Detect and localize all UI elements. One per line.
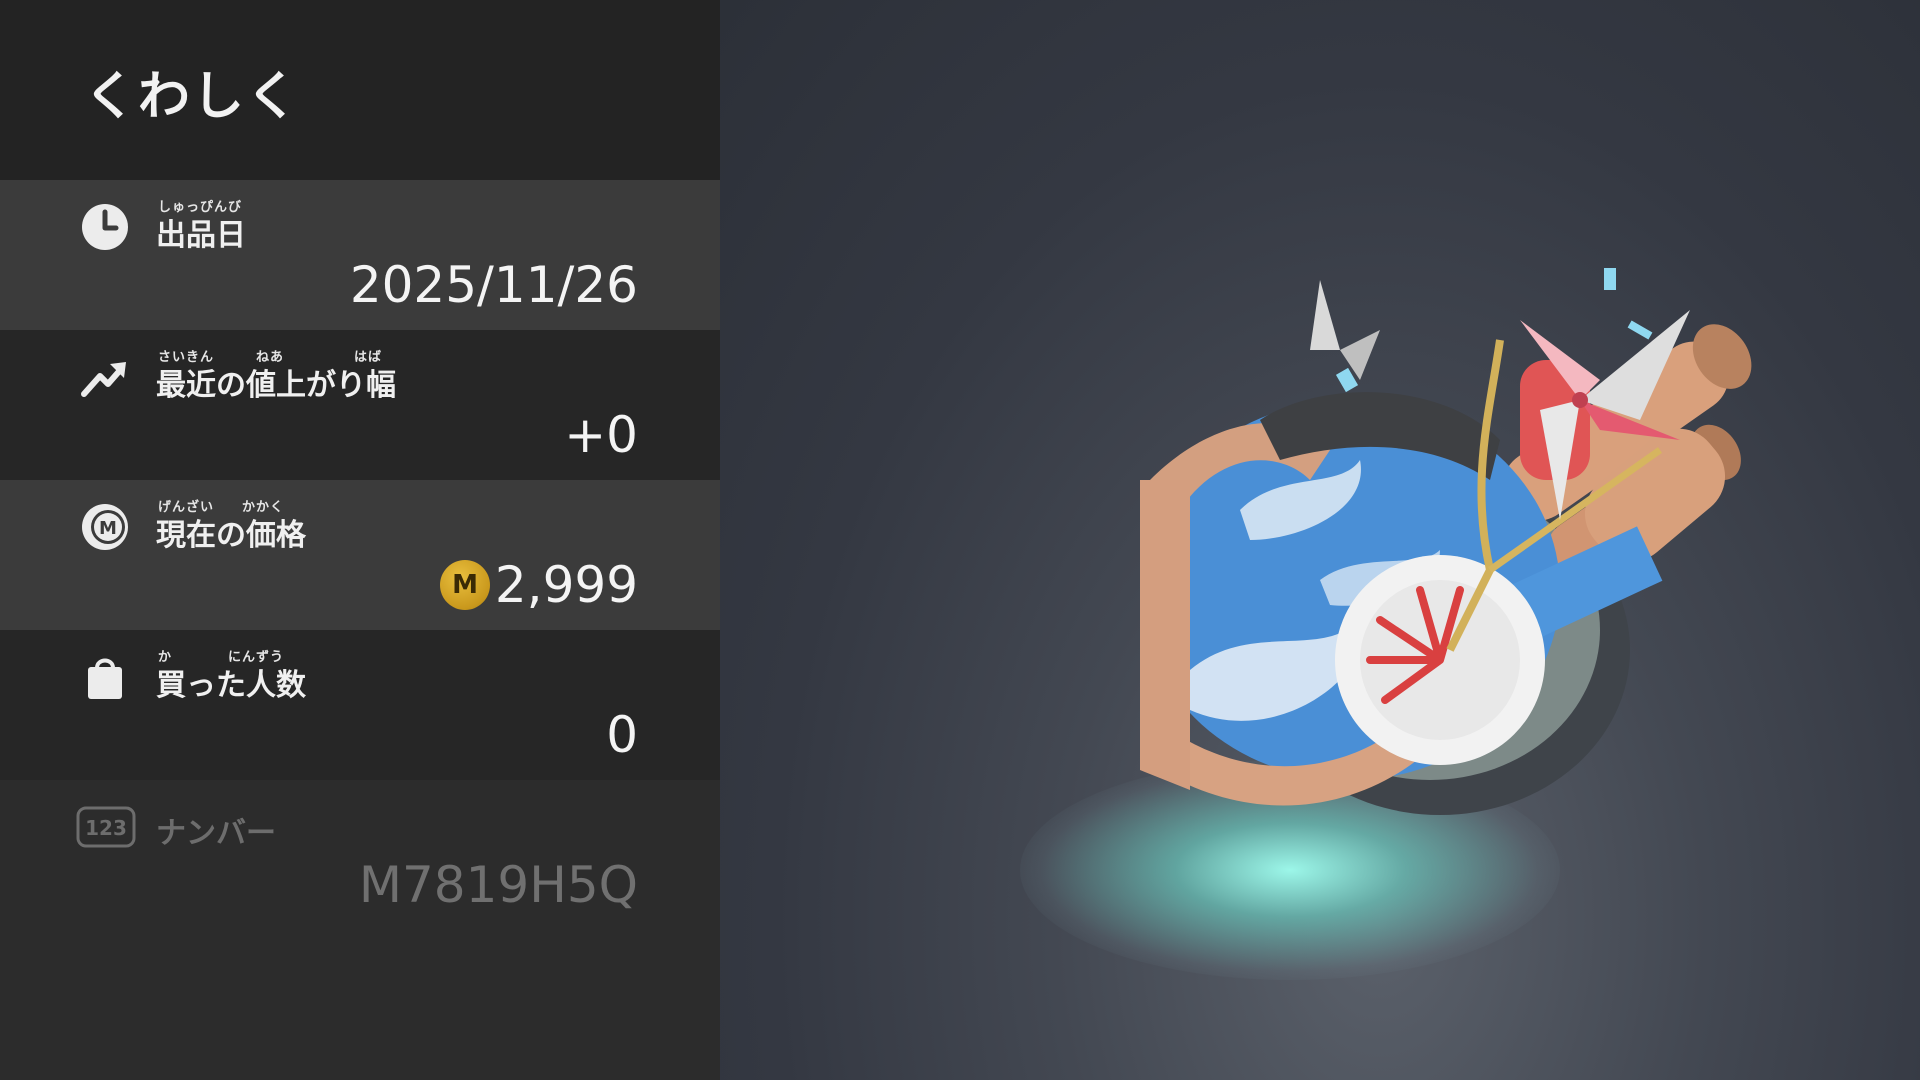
listing-date-row: しゅっぴんび 出品日 2025/11/26 [0, 180, 720, 330]
listing-date-label: 出品日 [156, 218, 246, 253]
listing-date-value: 2025/11/26 [349, 256, 638, 314]
clock-icon [82, 204, 128, 250]
kart-body-preview [1140, 268, 1752, 815]
panel-header: くわしく [0, 0, 720, 180]
svg-text:123: 123 [85, 816, 127, 840]
price-increase-value: +0 [564, 406, 638, 464]
item-number-label: ナンバー [156, 816, 276, 851]
trend-up-icon [81, 362, 126, 397]
current-price-value: 2,999 [494, 556, 638, 614]
panel-title: くわしく [84, 67, 301, 127]
price-increase-label: 最近の値上がり幅 [156, 368, 396, 403]
item-preview-stage[interactable] [720, 0, 1920, 1080]
buyers-label: 買った人数 [156, 668, 306, 703]
number-123-icon: 123 [76, 806, 136, 848]
gold-coin-icon: M [440, 560, 490, 610]
shopping-bag-icon [88, 658, 122, 699]
item-number-row: 123 ナンバー M7819H5Q [0, 780, 720, 930]
m-coin-icon: M [82, 504, 128, 550]
confetti-piece [1627, 320, 1653, 340]
item-number-value: M7819H5Q [358, 856, 638, 914]
current-price-label: 現在の価格 [156, 518, 306, 553]
details-panel: くわしく しゅっぴんび 出品日 2025/11/26 さいきん ねあ はば 最近… [0, 0, 720, 1080]
confetti-piece [1604, 268, 1616, 290]
item-details-screen: くわしく しゅっぴんび 出品日 2025/11/26 さいきん ねあ はば 最近… [0, 0, 1920, 1080]
buyers-row: か にんずう 買った人数 0 [0, 630, 720, 780]
buyers-value: 0 [606, 706, 638, 764]
svg-text:M: M [99, 518, 117, 539]
current-price-row: M げんざい かかく 現在の価格 M 2,999 [0, 480, 720, 630]
price-increase-row: さいきん ねあ はば 最近の値上がり幅 +0 [0, 330, 720, 480]
